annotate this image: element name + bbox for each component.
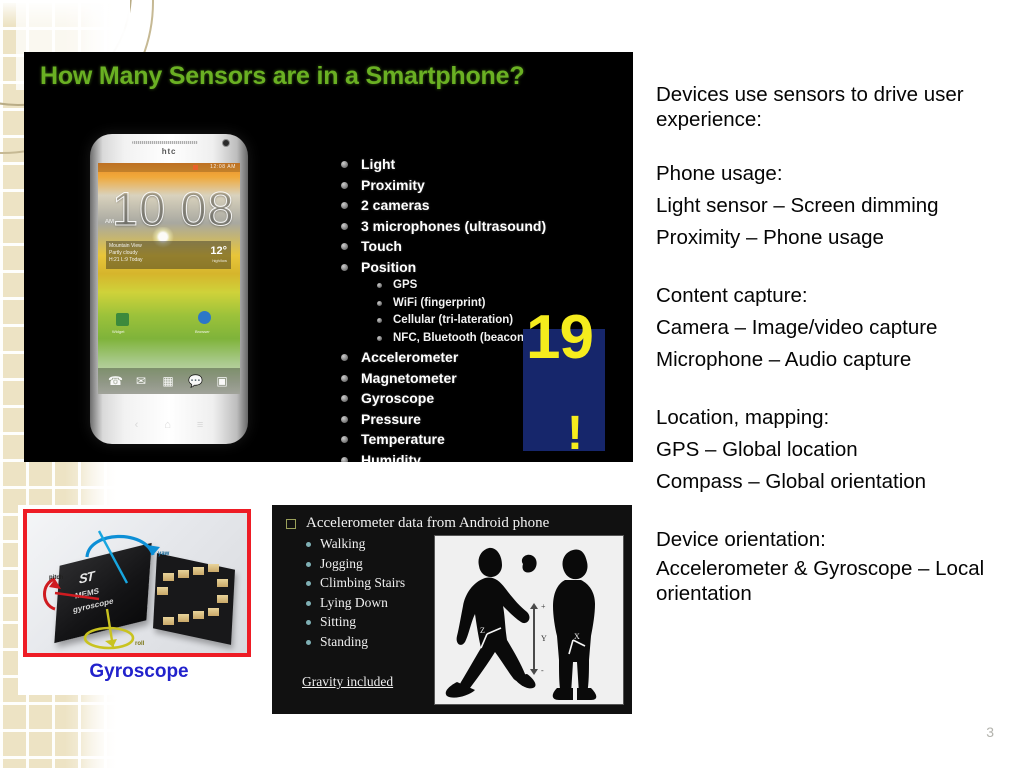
right-text-heading: Phone usage: xyxy=(656,162,783,185)
phone-dock: ☎ ✉ ▦ 💬 ▣ xyxy=(98,368,240,394)
axis-plus-label: + xyxy=(541,602,546,611)
right-text-intro: Devices use sensors to drive user experi… xyxy=(656,83,964,131)
axis-label-pitch: pitch xyxy=(49,575,64,581)
sensor-item: Light xyxy=(329,154,629,175)
weather-widget: Mountain View Partly cloudy H:21 L:9 Today… xyxy=(106,241,231,269)
sensor-item: Proximity xyxy=(329,175,629,196)
sensor-item: 3 microphones (ultrasound) xyxy=(329,216,629,237)
right-text-line: GPS – Global location xyxy=(656,438,858,461)
right-text-line: Microphone – Audio capture xyxy=(656,348,912,371)
sensor-item: Touch xyxy=(329,236,629,257)
status-bar: 12:08 AM xyxy=(98,163,240,172)
phone-earpiece xyxy=(132,141,198,144)
right-text-column: Devices use sensors to drive user experi… xyxy=(656,82,1006,606)
gyroscope-caption: Gyroscope xyxy=(89,661,189,682)
weather-temperature: 12° xyxy=(210,245,227,257)
right-text-heading: Location, mapping: xyxy=(656,406,830,429)
axis-label-roll: roll xyxy=(135,641,145,647)
page-number: 3 xyxy=(986,724,994,740)
sensor-panel-title: How Many Sensors are in a Smartphone? xyxy=(40,62,525,90)
sensor-item: Humidity xyxy=(329,450,629,462)
axis-arrows-svg xyxy=(43,530,160,650)
right-text-line: Accelerometer & Gyroscope – Local orient… xyxy=(656,557,985,605)
clock-widget: 10 08 xyxy=(112,182,235,235)
status-time: 12:08 AM xyxy=(210,164,236,170)
y-axis-arrow xyxy=(530,603,538,675)
axis-y-label: Y xyxy=(541,634,547,643)
gyroscope-panel: ST MEMS gyroscope pitch yaw roll Gyrosco… xyxy=(18,505,260,695)
right-text-heading: Content capture: xyxy=(656,284,808,307)
phone-brand-label: htc xyxy=(161,147,177,156)
text-spacer xyxy=(656,498,1006,524)
activity-list: Walking Jogging Climbing Stairs Lying Down S… xyxy=(302,534,452,652)
right-text-line: Light sensor – Screen dimming xyxy=(656,194,939,217)
activity-item: Lying Down xyxy=(302,593,452,613)
chat-icon: 💬 xyxy=(188,374,203,388)
axis-x-label: X xyxy=(574,632,580,641)
slide-canvas: How Many Sensors are in a Smartphone? ht… xyxy=(0,0,1024,768)
home-app-label-1: Widget xyxy=(112,329,125,334)
clock-ampm: AM xyxy=(105,219,114,225)
activity-item: Climbing Stairs xyxy=(302,573,452,593)
activity-item: Sitting xyxy=(302,612,452,632)
camera-icon: ▣ xyxy=(216,374,228,388)
home-app-icon-2 xyxy=(198,311,211,324)
axis-label-yaw: yaw xyxy=(158,551,170,557)
right-text-line: Proximity – Phone usage xyxy=(656,226,884,249)
phone-screen: 12:08 AM 10 08 AM Mountain View Partly cl… xyxy=(98,163,240,394)
signal-icon xyxy=(193,165,198,170)
accelerometer-panel: Accelerometer data from Android phone Wa… xyxy=(272,505,632,714)
apps-grid-icon: ▦ xyxy=(162,374,174,388)
text-spacer xyxy=(656,254,1006,280)
count-badge-number: 19 xyxy=(526,303,594,372)
gravity-footnote: Gravity included xyxy=(302,674,394,689)
messages-icon: ✉ xyxy=(135,374,147,388)
walking-figures-image: + Y - Z X xyxy=(434,535,624,705)
axis-minus-label: - xyxy=(541,666,544,675)
activity-item: Jogging xyxy=(302,554,452,574)
right-text-heading: Device orientation: xyxy=(656,528,826,551)
text-spacer xyxy=(656,376,1006,402)
sensor-item: 2 cameras xyxy=(329,195,629,216)
text-spacer xyxy=(656,132,1006,158)
axis-z-label: Z xyxy=(480,626,485,635)
sensor-sub-item: GPS xyxy=(329,277,629,295)
smartphone-photo: htc 12:08 AM 10 08 AM Mountain View Partl… xyxy=(76,134,264,454)
front-camera-icon xyxy=(222,139,230,147)
right-text-line: Compass – Global orientation xyxy=(656,470,927,493)
activity-item: Walking xyxy=(302,534,452,554)
silhouette-svg xyxy=(445,547,597,700)
weather-temp-sub: high/low xyxy=(212,258,227,263)
sensor-image-panel: How Many Sensors are in a Smartphone? ht… xyxy=(24,52,633,462)
weather-city: Mountain View Partly cloudy H:21 L:9 Today xyxy=(109,243,143,263)
sensor-item: Position xyxy=(329,257,629,278)
home-app-label-2: Browser xyxy=(195,329,210,334)
right-text-line: Camera – Image/video capture xyxy=(656,316,938,339)
phone-body: htc 12:08 AM 10 08 AM Mountain View Partl… xyxy=(90,134,248,444)
phone-call-icon: ☎ xyxy=(108,374,123,388)
count-badge-exclamation: ! xyxy=(567,407,583,460)
activity-item: Standing xyxy=(302,632,452,652)
gyroscope-chip-photo: ST MEMS gyroscope pitch yaw roll xyxy=(23,509,251,657)
home-app-icon-1 xyxy=(116,313,129,326)
accelerometer-heading: Accelerometer data from Android phone xyxy=(284,513,549,533)
phone-nav-bar: ‹⌂≡ xyxy=(134,419,230,431)
